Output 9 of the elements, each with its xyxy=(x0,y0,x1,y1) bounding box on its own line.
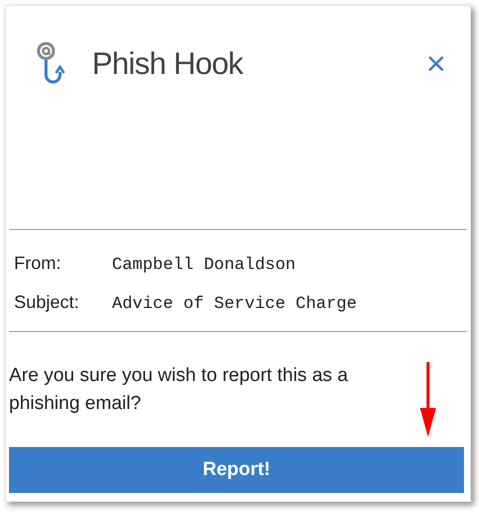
app-title: Phish Hook xyxy=(92,44,243,83)
question-text: Are you sure you wish to report this as a phishing email? xyxy=(9,364,349,416)
arrow-icon xyxy=(418,362,438,438)
field-label: From: xyxy=(14,252,62,275)
report-button[interactable]: Report! xyxy=(9,447,464,493)
field-value: Campbell Donaldson xyxy=(112,255,296,277)
field-value: Advice of Service Charge xyxy=(112,294,357,316)
close-button[interactable]: × xyxy=(426,47,446,81)
field-label: Subject: xyxy=(14,290,80,314)
